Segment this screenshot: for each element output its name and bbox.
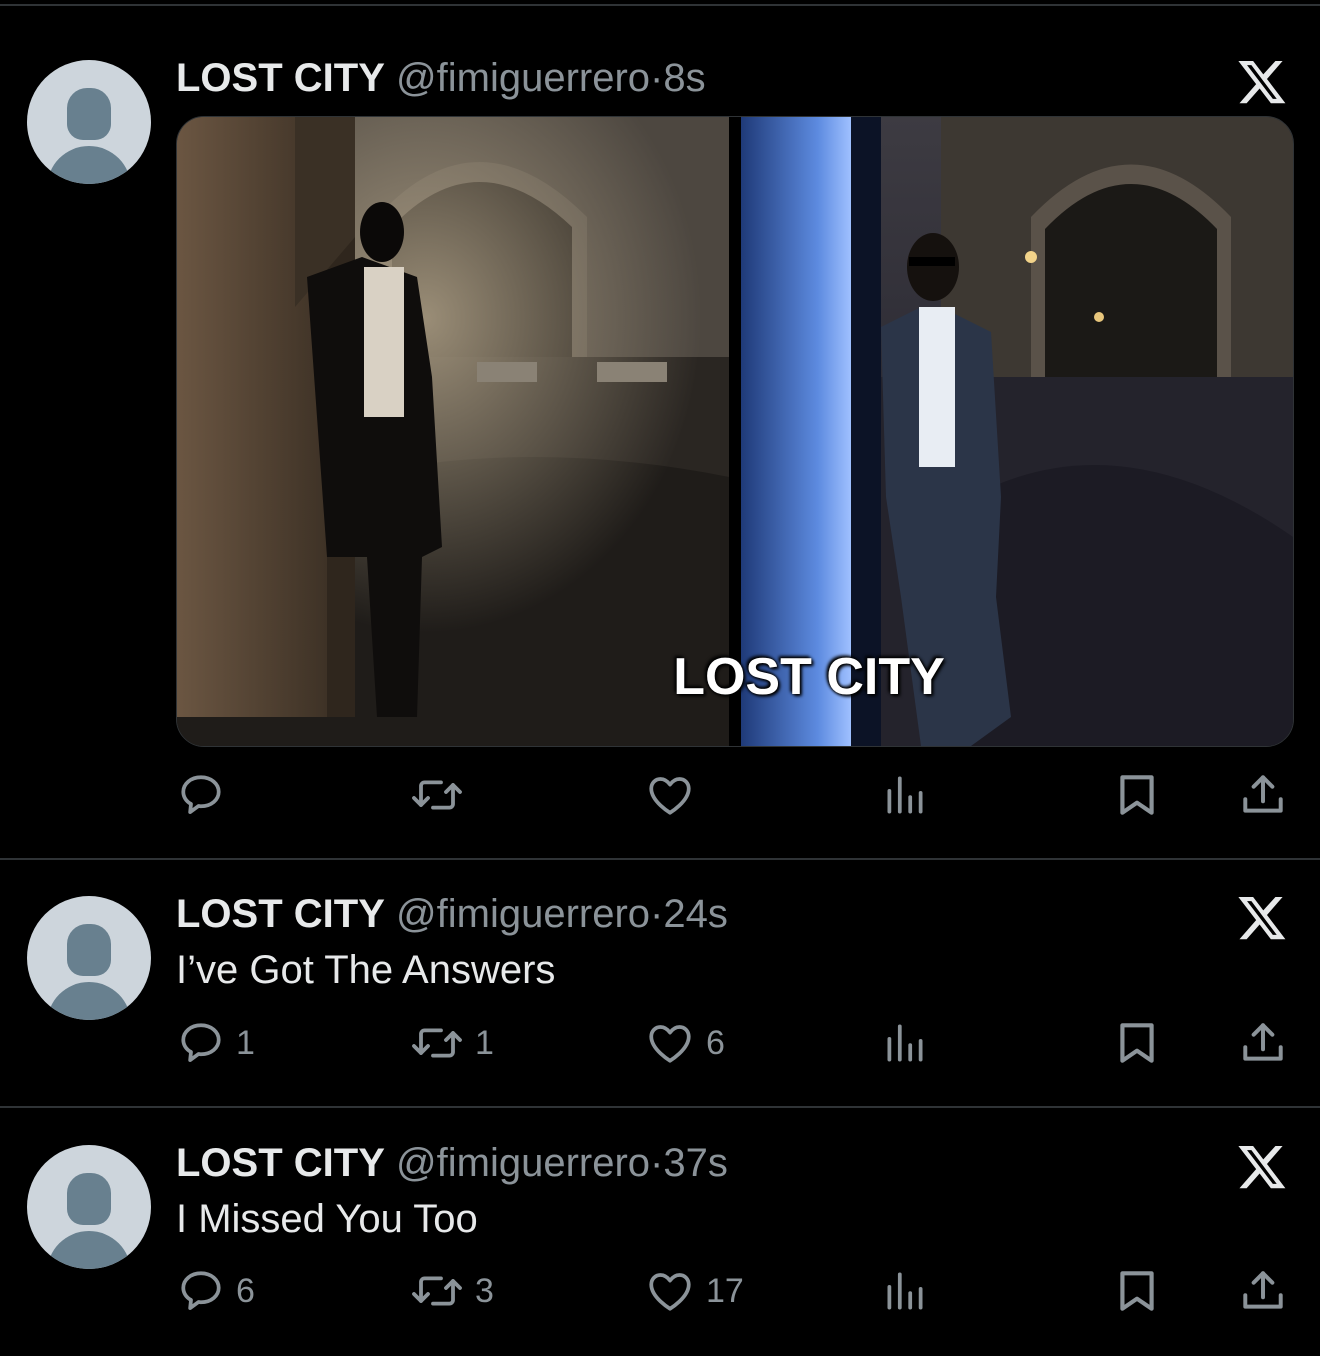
tweet-header: LOST CITY @fimiguerrero·24s	[176, 890, 728, 938]
bar-chart-icon	[887, 1272, 923, 1310]
bookmark-button[interactable]	[1112, 1266, 1162, 1316]
reply-count: 6	[236, 1271, 255, 1310]
separator-dot: ·	[650, 1141, 664, 1185]
user-handle[interactable]: @fimiguerrero	[396, 1141, 650, 1185]
bookmark-icon	[1120, 1023, 1154, 1063]
avatar[interactable]	[27, 1145, 151, 1269]
share-button[interactable]	[1238, 1018, 1288, 1068]
heart-icon	[649, 1273, 691, 1311]
bookmark-icon	[1120, 1271, 1154, 1311]
reply-button[interactable]: 1	[176, 1018, 255, 1068]
retweet-arrows-icon	[412, 780, 462, 810]
retweet-count: 1	[475, 1023, 494, 1062]
tweet-divider	[0, 858, 1320, 860]
tweet-media[interactable]: LOST CITY	[176, 116, 1294, 747]
avatar-body-shape	[47, 1231, 131, 1269]
tweet-text: I Missed You Too	[176, 1197, 478, 1241]
reply-count: 1	[236, 1023, 255, 1062]
separator-dot: ·	[650, 56, 664, 100]
avatar-head-shape	[67, 1173, 111, 1225]
like-button[interactable]	[644, 770, 696, 820]
x-logo-icon[interactable]	[1236, 56, 1288, 108]
x-logo-icon[interactable]	[1236, 892, 1288, 944]
bookmark-button[interactable]	[1112, 770, 1162, 820]
reply-button[interactable]	[176, 770, 226, 820]
bookmark-icon	[1120, 775, 1154, 815]
bookmark-button[interactable]	[1112, 1018, 1162, 1068]
retweet-arrows-icon	[412, 1276, 462, 1306]
like-count: 6	[706, 1023, 725, 1062]
tweet-header: LOST CITY @fimiguerrero·8s	[176, 54, 706, 102]
avatar-body-shape	[47, 146, 131, 184]
reply-button[interactable]: 6	[176, 1266, 255, 1316]
views-button[interactable]	[880, 770, 930, 820]
display-name[interactable]: LOST CITY	[176, 56, 385, 100]
avatar[interactable]	[27, 60, 151, 184]
views-button[interactable]	[880, 1018, 930, 1068]
media-caption: LOST CITY	[673, 648, 945, 706]
like-count: 17	[706, 1271, 744, 1310]
x-logo-icon[interactable]	[1236, 1141, 1288, 1193]
avatar-head-shape	[67, 88, 111, 140]
speech-bubble-icon	[181, 775, 221, 814]
share-upload-icon	[1243, 775, 1283, 813]
tweet-divider	[0, 1106, 1320, 1108]
retweet-button[interactable]: 1	[409, 1018, 494, 1068]
avatar-head-shape	[67, 924, 111, 976]
display-name[interactable]: LOST CITY	[176, 1141, 385, 1185]
speech-bubble-icon	[181, 1271, 221, 1310]
tweet-header: LOST CITY @fimiguerrero·37s	[176, 1139, 728, 1187]
retweet-button[interactable]	[409, 770, 465, 820]
like-button[interactable]: 17	[644, 1266, 744, 1316]
share-button[interactable]	[1238, 770, 1288, 820]
views-button[interactable]	[880, 1266, 930, 1316]
user-handle[interactable]: @fimiguerrero	[396, 56, 650, 100]
share-button[interactable]	[1238, 1266, 1288, 1316]
separator-dot: ·	[650, 892, 664, 936]
avatar[interactable]	[27, 896, 151, 1020]
share-upload-icon	[1243, 1023, 1283, 1061]
share-upload-icon	[1243, 1271, 1283, 1309]
bar-chart-icon	[887, 776, 923, 814]
heart-icon	[649, 777, 691, 815]
bar-chart-icon	[887, 1024, 923, 1062]
timestamp[interactable]: 24s	[663, 892, 728, 936]
tweet-actions: 6 3 17	[0, 1266, 1320, 1316]
like-button[interactable]: 6	[644, 1018, 725, 1068]
avatar-body-shape	[47, 982, 131, 1020]
tweet-actions	[0, 770, 1320, 820]
tweet-text: I’ve Got The Answers	[176, 948, 556, 992]
tweet-actions: 1 1 6	[0, 1018, 1320, 1068]
retweet-arrows-icon	[412, 1028, 462, 1058]
top-divider	[0, 4, 1320, 6]
timestamp[interactable]: 37s	[663, 1141, 728, 1185]
heart-icon	[649, 1025, 691, 1063]
timestamp[interactable]: 8s	[663, 56, 705, 100]
retweet-count: 3	[475, 1271, 494, 1310]
retweet-button[interactable]: 3	[409, 1266, 494, 1316]
speech-bubble-icon	[181, 1023, 221, 1062]
display-name[interactable]: LOST CITY	[176, 892, 385, 936]
user-handle[interactable]: @fimiguerrero	[396, 892, 650, 936]
